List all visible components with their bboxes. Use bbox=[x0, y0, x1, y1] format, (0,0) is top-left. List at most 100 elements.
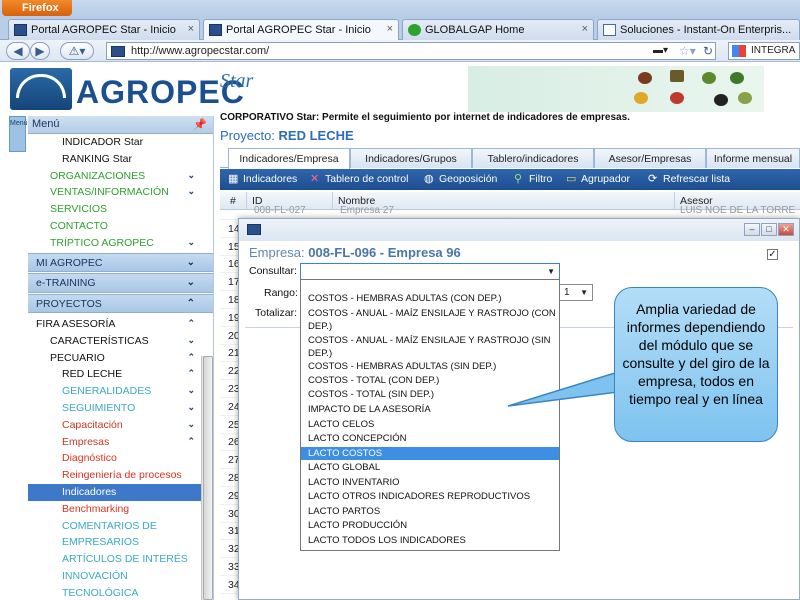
chevron-down-icon[interactable]: ⌄ bbox=[187, 237, 195, 248]
chevron-down-icon[interactable]: ⌄ bbox=[187, 419, 195, 430]
chevron-down-icon[interactable]: ⌄ bbox=[187, 402, 195, 413]
sidebar-item[interactable]: CONTACTO bbox=[28, 218, 213, 235]
consultar-option[interactable]: LACTO PARTOS bbox=[301, 505, 559, 518]
chevron-up-icon[interactable]: ⌃ bbox=[187, 318, 195, 329]
chevron-up-icon[interactable]: ⌃ bbox=[187, 298, 195, 309]
maximize-icon[interactable]: □ bbox=[761, 223, 777, 236]
sidebar-item[interactable]: SEGUIMIENTO ⌄ bbox=[28, 400, 213, 417]
reload-icon[interactable]: ↻ bbox=[703, 44, 713, 58]
sidebar-item[interactable]: Indicadores bbox=[28, 484, 213, 501]
sidebar-item[interactable]: TECNOLÓGICA bbox=[28, 585, 213, 600]
chevron-down-icon[interactable]: ⌄ bbox=[187, 335, 195, 346]
browser-tab[interactable]: Portal AGROPEC Star - Inicio × bbox=[8, 19, 200, 40]
sidebar-item[interactable]: ARTÍCULOS DE INTERÉS bbox=[28, 551, 213, 568]
toolbar-label: Indicadores bbox=[243, 173, 298, 185]
consultar-option[interactable]: LACTO CONCEPCIÓN bbox=[301, 432, 559, 445]
sidebar-item-label: Capacitación bbox=[62, 418, 123, 431]
chart-icon: ✕ bbox=[310, 173, 320, 185]
sidebar-section[interactable]: e-TRAINING ⌄ bbox=[28, 273, 213, 293]
sidebar-item[interactable]: Capacitación ⌄ bbox=[28, 417, 213, 434]
back-arrow-icon[interactable]: ◀ bbox=[6, 42, 30, 60]
consultar-option[interactable]: LACTO OTROS INDICADORES REPRODUCTIVOS bbox=[301, 490, 559, 503]
sidebar-item[interactable]: Diagnóstico bbox=[28, 450, 213, 467]
sidebar-item[interactable]: GENERALIDADES ⌄ bbox=[28, 383, 213, 400]
modal-titlebar[interactable]: – □ ✕ bbox=[239, 219, 799, 241]
agrupador-button[interactable]: ▭ Agrupador bbox=[566, 173, 630, 185]
close-icon[interactable]: × bbox=[188, 23, 194, 35]
consultar-option[interactable]: COSTOS - HEMBRAS ADULTAS (CON DEP.) bbox=[301, 292, 559, 305]
close-icon[interactable]: × bbox=[582, 23, 588, 35]
tab-asesor-empresas[interactable]: Asesor/Empresas bbox=[594, 148, 706, 168]
tab-tablero-indicadores[interactable]: Tablero/indicadores bbox=[472, 148, 594, 168]
consultar-option[interactable]: COSTOS - ANUAL - MAÍZ ENSILAJE Y RASTROJ… bbox=[301, 334, 559, 360]
sidebar-item[interactable]: CARACTERÍSTICAS ⌄ bbox=[28, 333, 213, 350]
tab-indicadores-grupos[interactable]: Indicadores/Grupos bbox=[350, 148, 472, 168]
consultar-option[interactable]: COSTOS - TOTAL (SIN DEP.) bbox=[301, 388, 559, 401]
minimize-icon[interactable]: – bbox=[744, 223, 760, 236]
browser-tab-active[interactable]: Portal AGROPEC Star - Inicio × bbox=[203, 19, 399, 40]
sidebar-item[interactable]: RED LECHE ⌃ bbox=[28, 366, 213, 383]
chevron-down-icon[interactable]: ⌄ bbox=[187, 170, 195, 181]
sidebar-item[interactable]: TRÍPTICO AGROPEC ⌄ bbox=[28, 235, 213, 252]
consultar-option[interactable]: COSTOS - ANUAL - MAÍZ ENSILAJE Y RASTROJ… bbox=[301, 307, 559, 333]
sidebar-section[interactable]: PROYECTOS ⌃ bbox=[28, 293, 213, 314]
chevron-down-icon[interactable]: ⌄ bbox=[187, 277, 195, 288]
forward-arrow-icon[interactable]: ▶ bbox=[30, 42, 50, 60]
chevron-down-icon[interactable]: ⌄ bbox=[187, 385, 195, 396]
pin-icon[interactable]: 📌 bbox=[193, 118, 207, 131]
sidebar-item[interactable]: INNOVACIÓN bbox=[28, 568, 213, 585]
sidebar-item[interactable]: Reingeniería de procesos bbox=[28, 467, 213, 484]
consultar-option[interactable]: COSTOS - HEMBRAS ADULTAS (SIN DEP.) bbox=[301, 360, 559, 373]
chevron-up-icon[interactable]: ⌃ bbox=[187, 436, 195, 447]
sidebar-section[interactable]: MI AGROPEC ⌄ bbox=[28, 252, 213, 273]
rango-select[interactable]: 1 ▼ bbox=[559, 284, 593, 301]
menu-vertical-tab[interactable]: Menú bbox=[9, 116, 28, 152]
page-identity-button[interactable]: ⚠▾ bbox=[60, 42, 94, 60]
tablero-control-button[interactable]: ✕ Tablero de control bbox=[310, 173, 408, 185]
browser-tab[interactable]: GLOBALGAP Home × bbox=[402, 19, 594, 40]
sidebar-section-label: e-TRAINING bbox=[36, 277, 96, 290]
tab-indicadores-empresa[interactable]: Indicadores/Empresa bbox=[228, 148, 350, 169]
sidebar-item[interactable]: FIRA ASESORÍA ⌃ bbox=[28, 316, 213, 333]
sidebar-item[interactable]: ORGANIZACIONES ⌄ bbox=[28, 168, 213, 185]
consultar-option[interactable]: IMPACTO DE LA ASESORÍA bbox=[301, 403, 559, 416]
url-bar[interactable]: http://www.agropecstar.com/ ▬▾ ☆▾ ↻ bbox=[106, 42, 716, 60]
sidebar-item-label: CARACTERÍSTICAS bbox=[50, 334, 149, 347]
chevron-down-icon[interactable]: ⌄ bbox=[187, 186, 195, 197]
consultar-option[interactable]: LACTO PRODUCCIÓN bbox=[301, 519, 559, 532]
sidebar-item[interactable]: VENTAS/INFORMACIÓN ⌄ bbox=[28, 184, 213, 201]
chevron-up-icon[interactable]: ⌃ bbox=[187, 368, 195, 379]
close-icon[interactable]: × bbox=[387, 23, 393, 35]
search-engine-box[interactable]: INTEGRA bbox=[728, 42, 800, 60]
consultar-option[interactable]: LACTO COSTOS bbox=[301, 447, 559, 460]
chevron-up-icon[interactable]: ⌃ bbox=[187, 352, 195, 363]
consultar-option[interactable]: COSTOS - TOTAL (CON DEP.) bbox=[301, 374, 559, 387]
browser-tab[interactable]: Soluciones - Instant-On Enterpris... bbox=[597, 19, 800, 40]
consultar-option[interactable]: LACTO CELOS bbox=[301, 418, 559, 431]
tab-informe-mensual[interactable]: Informe mensual bbox=[706, 148, 800, 168]
indicadores-button[interactable]: ▦ Indicadores bbox=[228, 173, 297, 185]
consultar-option[interactable]: LACTO INVENTARIO bbox=[301, 476, 559, 489]
modal-checkbox[interactable]: ✓ bbox=[767, 249, 778, 260]
chevron-down-icon[interactable]: ⌄ bbox=[187, 257, 195, 268]
close-icon[interactable]: ✕ bbox=[778, 223, 794, 236]
sidebar-scrollbar[interactable] bbox=[201, 356, 213, 600]
logo-suffix: Star bbox=[220, 70, 254, 92]
sidebar-item[interactable]: INDICADOR Star bbox=[28, 134, 213, 151]
filtro-button[interactable]: ⚲ Filtro bbox=[514, 173, 552, 185]
sidebar-item[interactable]: RANKING Star bbox=[28, 151, 213, 168]
consultar-option[interactable]: LACTO GLOBAL bbox=[301, 461, 559, 474]
sidebar-item[interactable]: Empresas ⌃ bbox=[28, 434, 213, 451]
bookmark-star-icon[interactable]: ☆▾ bbox=[679, 44, 696, 58]
sidebar-item[interactable]: Benchmarking bbox=[28, 501, 213, 518]
sidebar-item[interactable]: SERVICIOS bbox=[28, 201, 213, 218]
sidebar-item[interactable]: EMPRESARIOS bbox=[28, 534, 213, 551]
consultar-select[interactable]: ▼ bbox=[300, 263, 560, 280]
scrollbar-thumb[interactable] bbox=[203, 356, 213, 600]
firefox-menu-button[interactable]: Firefox bbox=[2, 0, 72, 16]
geoposicion-button[interactable]: ◍ Geoposición bbox=[424, 173, 497, 185]
sidebar-item[interactable]: COMENTARIOS DE bbox=[28, 518, 213, 535]
consultar-option[interactable]: LACTO TODOS LOS INDICADORES bbox=[301, 534, 559, 547]
refrescar-lista-button[interactable]: ⟳ Refrescar lista bbox=[648, 173, 730, 185]
sidebar-item[interactable]: PECUARIO ⌃ bbox=[28, 350, 213, 367]
